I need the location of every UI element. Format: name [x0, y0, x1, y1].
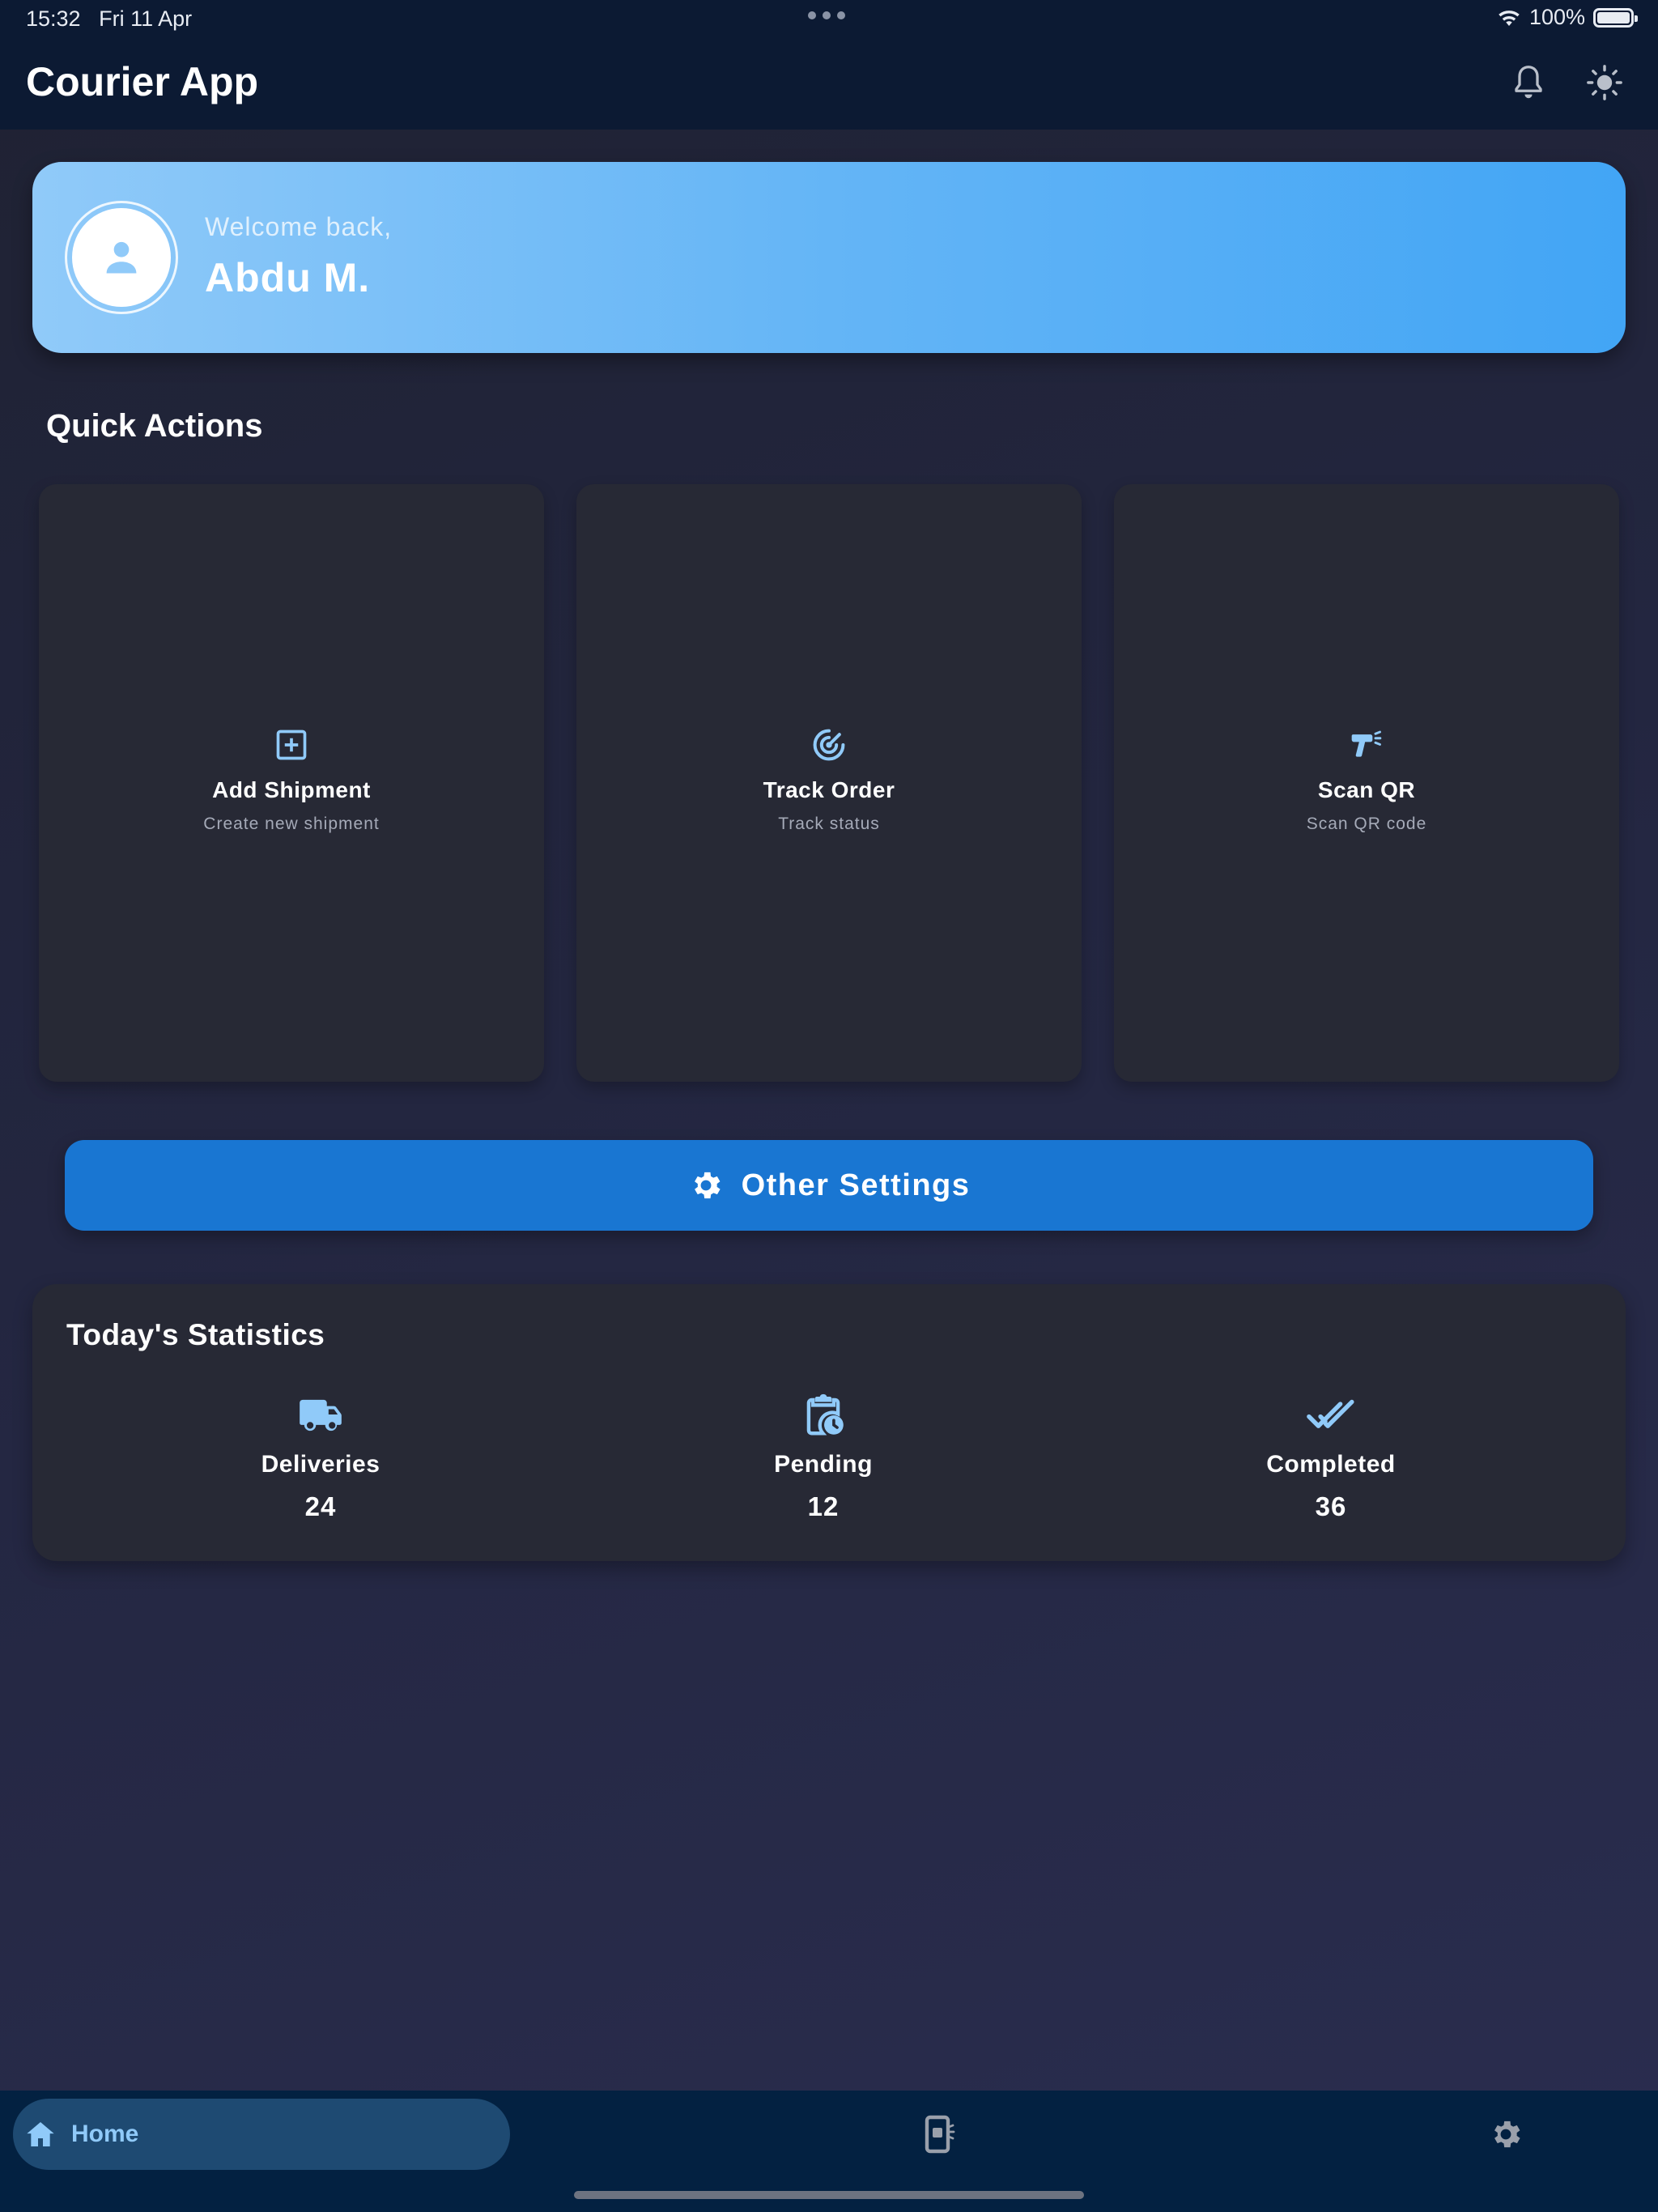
stat-label: Deliveries — [261, 1451, 380, 1478]
user-name: Abdu M. — [205, 255, 371, 300]
barcode-scanner-icon — [1351, 730, 1382, 757]
scan-qr-card[interactable]: Scan QR Scan QR code — [1114, 484, 1619, 1082]
statistics-title: Today's Statistics — [66, 1318, 325, 1351]
home-icon — [27, 2122, 54, 2146]
stat-value: 36 — [1315, 1491, 1347, 1521]
device-settings-icon — [925, 2115, 955, 2154]
status-date: Fri 11 Apr — [99, 6, 193, 31]
bell-icon — [1515, 66, 1542, 99]
nav-item-home[interactable]: Home — [13, 2099, 510, 2170]
page-title: Courier App — [26, 59, 259, 104]
stat-label: Pending — [774, 1451, 873, 1478]
action-description: Scan QR code — [1306, 815, 1427, 833]
avatar[interactable] — [65, 201, 178, 314]
app-bar: 15:32 Fri 11 Apr 100% Courier App — [0, 0, 1658, 130]
theme-toggle-button[interactable] — [1584, 62, 1626, 104]
multitasking-dots[interactable] — [808, 11, 845, 19]
nav-home-label: Home — [71, 2121, 139, 2147]
status-clock: 15:32 — [26, 6, 81, 31]
welcome-greeting: Welcome back, — [205, 212, 393, 241]
stat-value: 12 — [807, 1491, 840, 1521]
action-label: Scan QR — [1317, 777, 1416, 802]
add-shipment-card[interactable]: Add Shipment Create new shipment — [39, 484, 544, 1082]
stat-pending: Pending 12 — [702, 1389, 945, 1522]
nav-item-device[interactable] — [918, 2113, 960, 2155]
stat-label: Completed — [1266, 1451, 1396, 1478]
other-settings-label: Other Settings — [741, 1168, 971, 1202]
action-description: Create new shipment — [203, 815, 380, 833]
statistics-card: Today's Statistics Deliveries 24 Pending… — [32, 1284, 1626, 1561]
double-check-icon — [1307, 1399, 1354, 1428]
status-indicators: 100% — [1497, 5, 1638, 30]
gear-icon — [1494, 2121, 1520, 2148]
wifi-icon — [1499, 10, 1520, 26]
notifications-button[interactable] — [1507, 62, 1550, 104]
add-box-icon — [276, 730, 307, 760]
status-time: 15:32 Fri 11 Apr — [26, 6, 192, 32]
gear-icon — [694, 1172, 721, 1199]
stat-deliveries: Deliveries 24 — [199, 1389, 442, 1522]
welcome-card: Welcome back, Abdu M. — [32, 162, 1626, 353]
nav-item-settings[interactable] — [1485, 2113, 1527, 2155]
stat-value: 24 — [304, 1491, 337, 1521]
action-description: Track status — [778, 815, 880, 833]
quick-actions-title: Quick Actions — [46, 408, 263, 444]
battery-icon — [1593, 7, 1638, 28]
truck-icon — [300, 1399, 342, 1431]
radar-icon — [813, 729, 845, 761]
battery-percent: 100% — [1528, 5, 1585, 29]
action-label: Add Shipment — [212, 777, 371, 802]
stat-completed: Completed 36 — [1209, 1389, 1452, 1522]
clipboard-clock-icon — [806, 1393, 844, 1436]
other-settings-button[interactable]: Other Settings — [65, 1140, 1593, 1231]
track-order-card[interactable]: Track Order Track status — [576, 484, 1082, 1082]
home-indicator — [574, 2191, 1084, 2199]
action-label: Track Order — [763, 777, 895, 802]
brightness-icon — [1587, 65, 1622, 100]
person-icon — [106, 241, 137, 274]
